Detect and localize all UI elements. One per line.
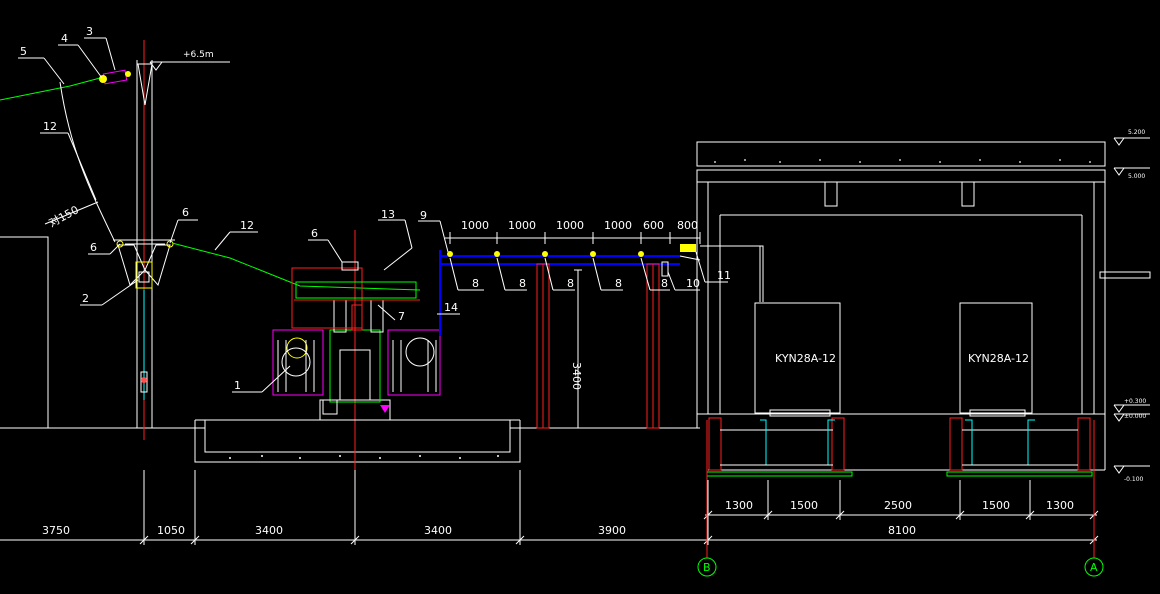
callout-1: 1 <box>234 379 241 392</box>
switchgear-left-label: KYN28A-12 <box>775 352 836 365</box>
room-dim-5: 1300 <box>1046 499 1074 512</box>
callout-14: 14 <box>444 301 458 314</box>
transformer <box>272 230 441 470</box>
switchgear-right-label: KYN28A-12 <box>968 352 1029 365</box>
bus-spacing-2: 1000 <box>508 219 536 232</box>
bus-spacing-6: 800 <box>677 219 698 232</box>
switchgear-room <box>696 141 1151 477</box>
callout-8-b: 8 <box>519 277 526 290</box>
adjacent-building <box>0 236 195 429</box>
elevation-minus-0100: -0.100 <box>1124 476 1144 483</box>
leaders-bus <box>418 220 728 315</box>
room-dim-1: 1300 <box>725 499 753 512</box>
room-dim-4: 1500 <box>982 499 1010 512</box>
callout-8-a: 8 <box>472 277 479 290</box>
bottom-dim-3: 3400 <box>255 524 283 537</box>
room-dim-3: 2500 <box>884 499 912 512</box>
bus-spacing-5: 600 <box>643 219 664 232</box>
elevation-5000: 5.000 <box>1128 173 1145 180</box>
bus-spacing-4: 1000 <box>604 219 632 232</box>
incoming-line <box>0 69 165 245</box>
lv-bus-bridge <box>439 232 701 429</box>
callout-5: 5 <box>20 45 27 58</box>
callout-2: 2 <box>82 292 89 305</box>
elevation-0000: ±0.000 <box>1124 413 1146 420</box>
callout-3: 3 <box>86 25 93 38</box>
section-drawing: +6.5m 5 4 3 12 对150 6 2 6 12 1 6 13 7 10… <box>0 25 1151 577</box>
elevation-5200: 5.200 <box>1128 129 1145 136</box>
axis-a <box>1084 420 1104 577</box>
bottom-dim-4: 3400 <box>424 524 452 537</box>
cable-trench-right <box>949 417 1091 471</box>
callout-13: 13 <box>381 208 395 221</box>
callout-12-right: 12 <box>240 219 254 232</box>
cable-trench-left <box>708 417 845 471</box>
elevation-0300: +0.300 <box>1124 398 1146 405</box>
pit-hatch <box>229 455 499 459</box>
callout-7: 7 <box>398 310 405 323</box>
pole-top-elevation: +6.5m <box>183 50 214 60</box>
switchgear-cabinet-left <box>754 245 841 417</box>
bottom-dim-5: 3900 <box>598 524 626 537</box>
callout-10: 10 <box>686 277 700 290</box>
leaders-left <box>18 37 258 306</box>
callout-8-d: 8 <box>615 277 622 290</box>
leaders-transformer <box>232 219 413 393</box>
axis-a-label: A <box>1090 561 1098 574</box>
callout-6-transformer: 6 <box>311 227 318 240</box>
room-dim-total: 8100 <box>888 524 916 537</box>
right-elevation-marks <box>1113 137 1150 474</box>
bottom-dim-2: 1050 <box>157 524 185 537</box>
callout-8-c: 8 <box>567 277 574 290</box>
support-height: 3400 <box>570 362 583 390</box>
axis-b-label: B <box>703 561 711 574</box>
callout-11: 11 <box>717 269 731 282</box>
callout-6-left: 6 <box>90 241 97 254</box>
bus-spacing-1: 1000 <box>461 219 489 232</box>
bottom-dim-1: 3750 <box>42 524 70 537</box>
axis-b <box>697 420 717 577</box>
transformer-foundation <box>194 419 700 463</box>
incoming-lv-lead <box>700 245 764 302</box>
callout-12-left: 12 <box>43 120 57 133</box>
callout-8-e: 8 <box>661 277 668 290</box>
angle-label: 对150 <box>46 202 81 229</box>
roof-texture <box>714 159 1091 163</box>
room-dim-2: 1500 <box>790 499 818 512</box>
callout-9: 9 <box>420 209 427 222</box>
callout-6-right: 6 <box>182 206 189 219</box>
callout-4: 4 <box>61 32 68 45</box>
cad-drawing-canvas: +6.5m 5 4 3 12 对150 6 2 6 12 1 6 13 7 10… <box>0 0 1160 589</box>
bus-spacing-3: 1000 <box>556 219 584 232</box>
